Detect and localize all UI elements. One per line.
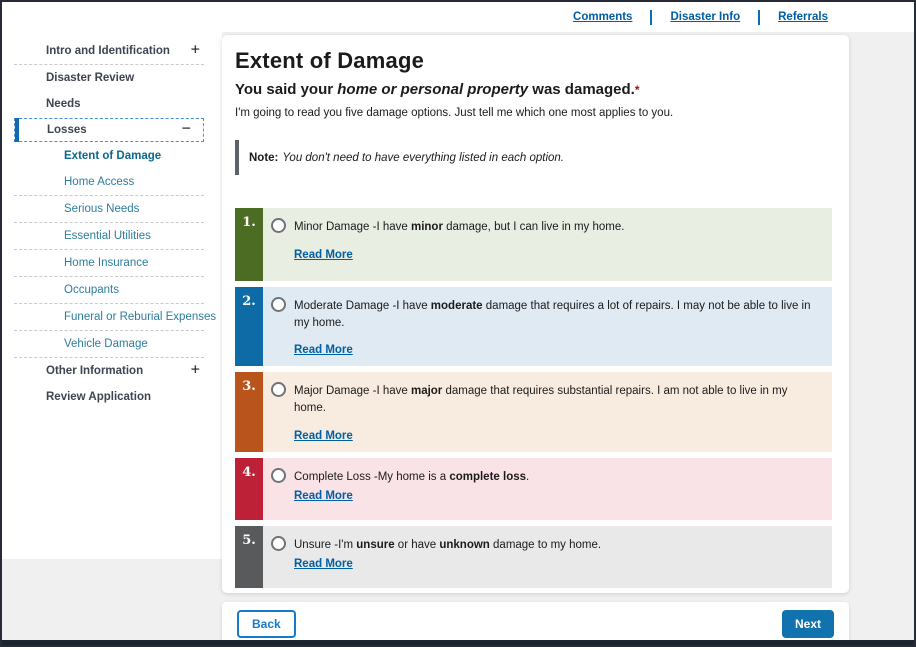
link-separator bbox=[758, 10, 760, 25]
sidebar-item-label: Extent of Damage bbox=[64, 150, 161, 162]
main-content-card: Extent of Damage You said your home or p… bbox=[222, 35, 849, 593]
sidebar-item-label: Intro and Identification bbox=[46, 45, 170, 57]
question-subtitle: You said your home or personal property … bbox=[235, 81, 832, 98]
sidebar-item-label: Home Access bbox=[64, 176, 134, 188]
sidebar-item-label: Vehicle Damage bbox=[64, 338, 148, 350]
sidebar-item-label: Needs bbox=[46, 98, 81, 110]
subtitle-italic: home or personal property bbox=[337, 81, 528, 98]
damage-options-list: 1. Minor Damage -I have minor damage, but… bbox=[235, 208, 832, 588]
damage-option-4: 4. Complete Loss -My home is a complete l… bbox=[235, 458, 832, 520]
sidebar-item-label: Essential Utilities bbox=[64, 230, 151, 242]
read-more-link[interactable]: Read More bbox=[294, 558, 353, 570]
note-text: You don't need to have everything listed… bbox=[282, 152, 564, 164]
sidebar-item-essential-utilities[interactable]: Essential Utilities bbox=[2, 223, 222, 249]
subtitle-suffix: was damaged. bbox=[528, 81, 635, 98]
sidebar-item-losses[interactable]: Losses − bbox=[14, 118, 204, 142]
expand-plus-icon[interactable]: + bbox=[191, 362, 200, 378]
option-label: Unsure -I'm unsure or have unknown damag… bbox=[294, 536, 601, 554]
damage-option-2: 2. Moderate Damage -I have moderate damag… bbox=[235, 287, 832, 366]
required-asterisk: * bbox=[635, 83, 640, 97]
sidebar-item-extent-of-damage[interactable]: Extent of Damage bbox=[2, 143, 222, 169]
note-box: Note: You don't need to have everything … bbox=[235, 140, 832, 175]
wizard-footer-bar: Back Next bbox=[222, 602, 849, 645]
option-number-badge: 1. bbox=[235, 208, 263, 281]
option-body: Complete Loss -My home is a complete los… bbox=[263, 458, 832, 520]
next-button[interactable]: Next bbox=[782, 610, 834, 638]
option-number-badge: 3. bbox=[235, 372, 263, 451]
sidebar-item-label: Losses bbox=[47, 124, 87, 136]
sidebar-item-label: Disaster Review bbox=[46, 72, 134, 84]
option-number-badge: 5. bbox=[235, 526, 263, 588]
subtitle-prefix: You said your bbox=[235, 81, 337, 98]
read-more-link[interactable]: Read More bbox=[294, 249, 353, 261]
option-radio-button[interactable] bbox=[271, 218, 286, 233]
top-link-comments[interactable]: Comments bbox=[573, 11, 632, 23]
sidebar-item-needs[interactable]: Needs bbox=[2, 91, 222, 117]
sidebar-item-serious-needs[interactable]: Serious Needs bbox=[2, 196, 222, 222]
option-label: Complete Loss -My home is a complete los… bbox=[294, 468, 529, 486]
sidebar-item-label: Occupants bbox=[64, 284, 119, 296]
option-radio-button[interactable] bbox=[271, 297, 286, 312]
intro-text: I'm going to read you five damage option… bbox=[235, 107, 832, 119]
option-number-badge: 4. bbox=[235, 458, 263, 520]
top-link-disaster-info[interactable]: Disaster Info bbox=[670, 11, 740, 23]
damage-option-5: 5. Unsure -I'm unsure or have unknown dam… bbox=[235, 526, 832, 588]
option-body: Unsure -I'm unsure or have unknown damag… bbox=[263, 526, 832, 588]
bottom-accent-bar bbox=[2, 640, 914, 645]
damage-option-3: 3. Major Damage -I have major damage that… bbox=[235, 372, 832, 451]
read-more-link[interactable]: Read More bbox=[294, 490, 353, 502]
link-separator bbox=[650, 10, 652, 25]
read-more-link[interactable]: Read More bbox=[294, 430, 353, 442]
option-label: Major Damage -I have major damage that r… bbox=[294, 382, 820, 416]
sidebar-item-intro-and-identification[interactable]: Intro and Identification + bbox=[2, 38, 222, 64]
sidebar-item-label: Other Information bbox=[46, 365, 143, 377]
sidebar-item-label: Serious Needs bbox=[64, 203, 139, 215]
damage-option-1: 1. Minor Damage -I have minor damage, but… bbox=[235, 208, 832, 281]
sidebar-item-label: Funeral or Reburial Expenses bbox=[64, 311, 216, 323]
sidebar-item-home-insurance[interactable]: Home Insurance bbox=[2, 250, 222, 276]
option-number-badge: 2. bbox=[235, 287, 263, 366]
sidebar-item-label: Home Insurance bbox=[64, 257, 148, 269]
back-button[interactable]: Back bbox=[237, 610, 296, 638]
option-radio-button[interactable] bbox=[271, 382, 286, 397]
sidebar-item-occupants[interactable]: Occupants bbox=[2, 277, 222, 303]
sidebar-item-home-access[interactable]: Home Access bbox=[2, 169, 222, 195]
sidebar-item-funeral-or-reburial-expenses[interactable]: Funeral or Reburial Expenses bbox=[2, 304, 222, 330]
option-body: Minor Damage -I have minor damage, but I… bbox=[263, 208, 832, 281]
option-body: Major Damage -I have major damage that r… bbox=[263, 372, 832, 451]
option-radio-button[interactable] bbox=[271, 468, 286, 483]
sidebar-item-vehicle-damage[interactable]: Vehicle Damage bbox=[2, 331, 222, 357]
option-body: Moderate Damage -I have moderate damage … bbox=[263, 287, 832, 366]
page-title: Extent of Damage bbox=[235, 48, 832, 74]
sidebar-item-disaster-review[interactable]: Disaster Review bbox=[2, 65, 222, 91]
collapse-minus-icon[interactable]: − bbox=[182, 121, 191, 137]
option-label: Minor Damage -I have minor damage, but I… bbox=[294, 218, 624, 236]
expand-plus-icon[interactable]: + bbox=[191, 42, 200, 58]
app-window: Comments Disaster Info Referrals Intro and… bbox=[0, 0, 916, 647]
read-more-link[interactable]: Read More bbox=[294, 344, 353, 356]
sidebar-nav: Intro and Identification + Disaster Review… bbox=[2, 32, 222, 559]
sidebar-item-review-application[interactable]: Review Application bbox=[2, 384, 222, 410]
note-label: Note: bbox=[249, 152, 278, 164]
sidebar-item-label: Review Application bbox=[46, 391, 151, 403]
option-label: Moderate Damage -I have moderate damage … bbox=[294, 297, 820, 331]
sidebar-item-other-information[interactable]: Other Information + bbox=[2, 358, 222, 384]
top-nav-bar: Comments Disaster Info Referrals bbox=[2, 2, 914, 32]
top-link-referrals[interactable]: Referrals bbox=[778, 11, 828, 23]
option-radio-button[interactable] bbox=[271, 536, 286, 551]
